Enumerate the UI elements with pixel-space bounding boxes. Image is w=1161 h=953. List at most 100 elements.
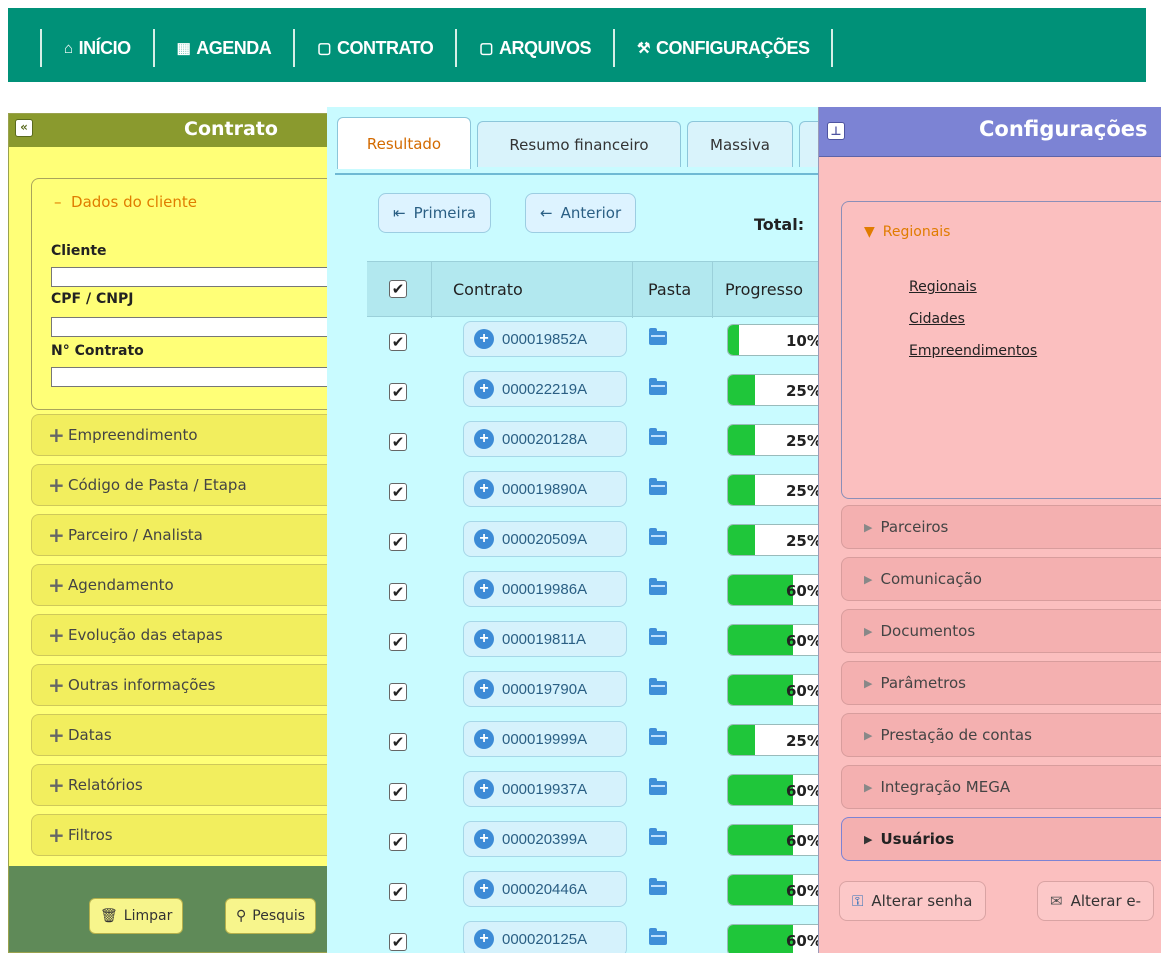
contract-button[interactable]: +000019986A xyxy=(463,571,627,607)
contract-button[interactable]: +000019999A xyxy=(463,721,627,757)
contract-button[interactable]: +000019852A xyxy=(463,321,627,357)
folder-icon[interactable] xyxy=(649,378,667,395)
cpf-cnpj-input[interactable] xyxy=(51,317,339,337)
progress-label: 60% xyxy=(786,632,822,650)
accordion-section[interactable]: + Código de Pasta / Etapa xyxy=(31,464,339,506)
folder-icon[interactable] xyxy=(649,828,667,845)
folder-icon[interactable] xyxy=(649,878,667,895)
link-empreendimentos[interactable]: Empreendimentos xyxy=(909,343,1037,359)
pin-icon[interactable]: ⊥ xyxy=(827,122,845,140)
folder-icon[interactable] xyxy=(649,328,667,345)
row-checkbox[interactable]: ✔ xyxy=(389,583,407,601)
contract-number: 000020446A xyxy=(502,880,588,898)
progress-label: 60% xyxy=(786,932,822,950)
accordion-section[interactable]: + Relatórios xyxy=(31,764,339,806)
row-checkbox[interactable]: ✔ xyxy=(389,733,407,751)
progress-fill xyxy=(728,325,739,355)
accordion-section[interactable]: + Parceiro / Analista xyxy=(31,514,339,556)
contract-button[interactable]: +000020446A xyxy=(463,871,627,907)
section-title[interactable]: ▼ Regionais xyxy=(864,224,950,240)
link-cidades[interactable]: Cidades xyxy=(909,311,965,327)
plus-circle-icon: + xyxy=(474,779,494,799)
table-row: ✔ +000019890A 25% xyxy=(367,469,827,519)
column-header-progresso[interactable]: Progresso xyxy=(725,280,803,299)
change-password-button[interactable]: ⚿ Alterar senha xyxy=(839,881,986,921)
row-checkbox[interactable]: ✔ xyxy=(389,483,407,501)
accordion-section[interactable]: ▶ Parâmetros xyxy=(841,661,1161,705)
contrato-number-input[interactable] xyxy=(51,367,339,387)
contract-button[interactable]: +000020399A xyxy=(463,821,627,857)
accordion-label: Agendamento xyxy=(68,576,174,594)
nav-item-4[interactable]: ⚒ CONFIGURAÇÕES xyxy=(615,25,831,71)
accordion-section[interactable]: ▶ Parceiros xyxy=(841,505,1161,549)
folder-icon[interactable] xyxy=(649,678,667,695)
row-checkbox[interactable]: ✔ xyxy=(389,383,407,401)
progress-label: 60% xyxy=(786,882,822,900)
contract-button[interactable]: +000019890A xyxy=(463,471,627,507)
column-divider xyxy=(632,262,633,318)
search-button[interactable]: ⚲ Pesquis xyxy=(225,898,317,934)
row-checkbox[interactable]: ✔ xyxy=(389,533,407,551)
nav-item-3[interactable]: ▢ ARQUIVOS xyxy=(457,25,613,71)
contract-button[interactable]: +000019937A xyxy=(463,771,627,807)
contract-button[interactable]: +000020509A xyxy=(463,521,627,557)
section-title[interactable]: – Dados do cliente xyxy=(54,193,197,211)
tab-resultado[interactable]: Resultado xyxy=(337,117,471,169)
tab-massiva[interactable]: Massiva xyxy=(687,121,793,167)
contract-number: 000019811A xyxy=(502,630,586,648)
contract-button[interactable]: +000020128A xyxy=(463,421,627,457)
nav-item-0[interactable]: ⌂ INÍCIO xyxy=(42,25,153,71)
column-header-contrato[interactable]: Contrato xyxy=(453,280,523,299)
folder-icon[interactable] xyxy=(649,478,667,495)
folder-icon[interactable] xyxy=(649,628,667,645)
row-checkbox[interactable]: ✔ xyxy=(389,633,407,651)
section-title-label: Regionais xyxy=(882,224,951,240)
accordion-section[interactable]: + Datas xyxy=(31,714,339,756)
contract-button[interactable]: +000020125A xyxy=(463,921,627,953)
select-all-checkbox[interactable]: ✔ xyxy=(389,280,407,298)
plus-circle-icon: + xyxy=(474,429,494,449)
accordion-section[interactable]: + Evolução das etapas xyxy=(31,614,339,656)
accordion-section[interactable]: ▶ Documentos xyxy=(841,609,1161,653)
clear-button[interactable]: 🗑 Limpar xyxy=(89,898,184,934)
nav-item-1[interactable]: ▦ AGENDA xyxy=(155,25,294,71)
accordion-section[interactable]: + Filtros xyxy=(31,814,339,856)
row-checkbox[interactable]: ✔ xyxy=(389,933,407,951)
folder-icon[interactable] xyxy=(649,778,667,795)
accordion-section[interactable]: ▶ Integração MEGA xyxy=(841,765,1161,809)
row-checkbox[interactable]: ✔ xyxy=(389,333,407,351)
row-checkbox[interactable]: ✔ xyxy=(389,433,407,451)
nav-item-2[interactable]: ▢ CONTRATO xyxy=(295,25,455,71)
contract-button[interactable]: +000019790A xyxy=(463,671,627,707)
tab-resumo-financeiro[interactable]: Resumo financeiro xyxy=(477,121,681,167)
row-checkbox[interactable]: ✔ xyxy=(389,833,407,851)
accordion-section[interactable]: + Outras informações xyxy=(31,664,339,706)
folder-icon[interactable] xyxy=(649,728,667,745)
folder-icon[interactable] xyxy=(649,428,667,445)
contract-button[interactable]: +000019811A xyxy=(463,621,627,657)
progress-bar: 60% xyxy=(727,674,827,706)
first-page-label: Primeira xyxy=(413,204,477,222)
column-header-pasta[interactable]: Pasta xyxy=(648,280,691,299)
change-email-button[interactable]: ✉ Alterar e- xyxy=(1037,881,1155,921)
row-checkbox[interactable]: ✔ xyxy=(389,783,407,801)
configuracoes-title: Configurações xyxy=(979,117,1148,141)
link-regionais[interactable]: Regionais xyxy=(909,279,977,295)
accordion-section[interactable]: + Agendamento xyxy=(31,564,339,606)
folder-icon[interactable] xyxy=(649,528,667,545)
collapse-icon[interactable]: « xyxy=(15,119,33,137)
accordion-section[interactable]: ▶ Comunicação xyxy=(841,557,1161,601)
contrato-panel: « Contrato – Dados do cliente Cliente CP… xyxy=(8,113,340,953)
contract-button[interactable]: +000022219A xyxy=(463,371,627,407)
folder-icon[interactable] xyxy=(649,578,667,595)
accordion-section[interactable]: ▶ Prestação de contas xyxy=(841,713,1161,757)
row-checkbox[interactable]: ✔ xyxy=(389,883,407,901)
cliente-input[interactable] xyxy=(51,267,339,287)
accordion-section[interactable]: ▶ Usuários xyxy=(841,817,1161,861)
row-checkbox[interactable]: ✔ xyxy=(389,683,407,701)
folder-icon[interactable] xyxy=(649,928,667,945)
previous-page-button[interactable]: ← Anterior xyxy=(525,193,637,233)
progress-bar: 60% xyxy=(727,924,827,953)
accordion-section[interactable]: + Empreendimento xyxy=(31,414,339,456)
first-page-button[interactable]: ⇤ Primeira xyxy=(378,193,492,233)
